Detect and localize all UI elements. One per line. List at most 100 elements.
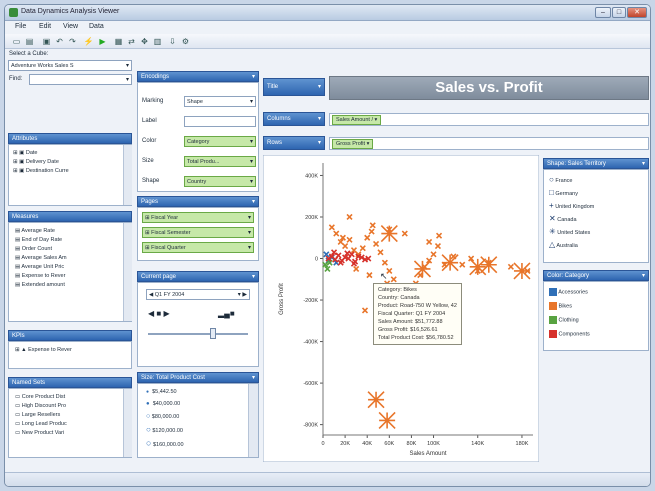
sales-amount-pill[interactable]: Sales Amount / ▾ bbox=[332, 115, 382, 125]
page-fiscal-year[interactable]: ⊞ Fiscal Year ▾ bbox=[142, 212, 254, 223]
current-page-header[interactable]: Current page ▾ bbox=[137, 271, 259, 282]
gross-profit-pill[interactable]: Gross Profit ▾ bbox=[332, 139, 374, 149]
color-swatch bbox=[549, 288, 557, 296]
play-controls[interactable]: ◀ ■ ▶ bbox=[148, 309, 170, 318]
list-item[interactable]: ▤ Expense to Rever bbox=[15, 272, 65, 280]
save-icon[interactable]: ▣ bbox=[41, 36, 52, 47]
pages-panel: ⊞ Fiscal Year ▾ ⊞ Fiscal Semester ▾ ⊞ Fisc… bbox=[137, 207, 259, 261]
attributes-header[interactable]: Attributes bbox=[8, 133, 132, 144]
current-page-panel: ◀ Q1 FY 2004 ▾ ▶ ◀ ■ ▶ ▂▄■ bbox=[137, 282, 259, 367]
data-point-large bbox=[367, 391, 385, 409]
page-slider-track[interactable] bbox=[148, 333, 248, 335]
grid-icon[interactable]: ▦ bbox=[113, 36, 124, 47]
speed-icon[interactable]: ▂▄■ bbox=[218, 309, 235, 318]
list-item[interactable]: ▭ Long Lead Produc bbox=[15, 420, 67, 428]
menu-file[interactable]: File bbox=[15, 23, 26, 30]
minimize-button[interactable]: – bbox=[595, 7, 611, 18]
list-item[interactable]: ▭ Core Product Dist bbox=[15, 393, 65, 401]
export-icon[interactable]: ⇩ bbox=[167, 36, 178, 47]
shape-encoding[interactable]: Country ▾ bbox=[184, 176, 256, 187]
label-select[interactable] bbox=[184, 116, 256, 127]
kpis-list: ⊞ ▲ Expense to Rever bbox=[8, 341, 132, 369]
circle-icon: ● bbox=[146, 401, 150, 407]
chart-icon[interactable]: ▥ bbox=[152, 36, 163, 47]
list-item[interactable]: ▤ Average Unit Pric bbox=[15, 263, 64, 271]
chevron-down-icon: ▾ bbox=[251, 375, 255, 381]
list-item[interactable]: ▤ Average Sales Am bbox=[15, 254, 67, 262]
tooltip-line: Fiscal Quarter: Q1 FY 2004 bbox=[378, 311, 446, 317]
redo-icon[interactable]: ↷ bbox=[67, 36, 78, 47]
attributes-title: Attributes bbox=[12, 136, 38, 142]
chevron-down-icon: ▾ bbox=[247, 245, 251, 251]
move-icon[interactable]: ✥ bbox=[139, 36, 150, 47]
rows-shelf-button[interactable]: Rows ▾ bbox=[263, 136, 325, 150]
kpis-header[interactable]: KPIs bbox=[8, 330, 132, 341]
size-legend-header[interactable]: Size: Total Product Cost ▾ bbox=[137, 372, 259, 383]
tooltip-line: Total Product Cost: $56,780.52 bbox=[378, 335, 454, 341]
prev-icon[interactable]: ◀ bbox=[148, 309, 154, 318]
maximize-button[interactable]: □ bbox=[612, 7, 626, 18]
shape-legend-title: Shape: Sales Territory bbox=[547, 161, 606, 167]
close-button[interactable]: ✕ bbox=[627, 7, 647, 18]
plus-icon: + bbox=[549, 201, 554, 210]
menu-view[interactable]: View bbox=[63, 23, 78, 30]
color-label: Color bbox=[142, 138, 157, 144]
columns-shelf-button[interactable]: Columns ▾ bbox=[263, 112, 325, 126]
scrollbar[interactable] bbox=[248, 384, 258, 457]
swap-icon[interactable]: ⇄ bbox=[126, 36, 137, 47]
next-icon[interactable]: ▶ bbox=[163, 309, 169, 318]
list-item[interactable]: ⊞ ▲ Expense to Rever bbox=[15, 346, 72, 354]
list-item[interactable]: ▤ End of Day Rate bbox=[15, 236, 62, 244]
named-sets-header[interactable]: Named Sets bbox=[8, 377, 132, 388]
lightning-icon[interactable]: ⚡ bbox=[83, 36, 94, 47]
marking-select[interactable]: Shape ▾ bbox=[184, 96, 256, 107]
columns-shelf[interactable]: Sales Amount / ▾ bbox=[329, 113, 649, 126]
new-icon[interactable]: ▭ bbox=[11, 36, 22, 47]
pages-header[interactable]: Pages ▾ bbox=[137, 196, 259, 207]
list-item[interactable]: ▭ High Discount Pro bbox=[15, 402, 66, 410]
color-encoding[interactable]: Category ▾ bbox=[184, 136, 256, 147]
page-fiscal-semester[interactable]: ⊞ Fiscal Semester ▾ bbox=[142, 227, 254, 238]
circle-icon: ○ bbox=[146, 438, 152, 448]
shape-legend-panel: ○ France □ Germany + United Kingdom ✕ Ca… bbox=[543, 169, 649, 263]
marking-value: Shape bbox=[187, 99, 203, 105]
menu-data[interactable]: Data bbox=[89, 23, 104, 30]
page-fiscal-quarter[interactable]: ⊞ Fiscal Quarter ▾ bbox=[142, 242, 254, 253]
tree-item[interactable]: ⊞ ▣ Date bbox=[13, 149, 38, 157]
shape-legend-header[interactable]: Shape: Sales Territory ▾ bbox=[543, 158, 649, 169]
play-icon[interactable]: ▶ bbox=[97, 36, 108, 47]
page-slider-thumb[interactable] bbox=[210, 328, 216, 339]
find-input[interactable]: ▾ bbox=[29, 74, 132, 85]
list-item[interactable]: ▭ New Product Vari bbox=[15, 429, 64, 437]
list-item[interactable]: ▤ Average Rate bbox=[15, 227, 55, 235]
stop-icon[interactable]: ■ bbox=[156, 309, 161, 318]
square-icon: □ bbox=[549, 188, 554, 197]
measures-title: Measures bbox=[12, 214, 39, 220]
chevron-down-icon: ▾ bbox=[251, 274, 255, 280]
scrollbar[interactable] bbox=[123, 145, 132, 205]
measures-header[interactable]: Measures bbox=[8, 211, 132, 222]
data-point-large bbox=[380, 225, 398, 243]
cursor-icon: ↖ bbox=[380, 271, 388, 281]
scrollbar[interactable] bbox=[123, 223, 132, 321]
open-icon[interactable]: ▤ bbox=[24, 36, 35, 47]
encodings-header[interactable]: Encodings ▾ bbox=[137, 71, 259, 82]
tree-item[interactable]: ⊞ ▣ Destination Curre bbox=[13, 167, 69, 175]
title-shelf-button[interactable]: Title ▾ bbox=[263, 78, 325, 96]
list-item[interactable]: ▤ Order Count bbox=[15, 245, 52, 253]
tree-item[interactable]: ⊞ ▣ Delivery Date bbox=[13, 158, 59, 166]
scrollbar[interactable] bbox=[123, 389, 132, 457]
list-item[interactable]: ▤ Extended amount bbox=[15, 281, 65, 289]
menu-bar: File Edit View Data bbox=[5, 21, 650, 34]
cube-select[interactable]: Adventure Works Sales S ▾ bbox=[8, 60, 132, 71]
color-legend-header[interactable]: Color: Category ▾ bbox=[543, 270, 649, 281]
settings-icon[interactable]: ⚙ bbox=[180, 36, 191, 47]
rows-shelf[interactable]: Gross Profit ▾ bbox=[329, 137, 649, 150]
circle-icon: ○ bbox=[146, 425, 151, 434]
size-encoding[interactable]: Total Produ... ▾ bbox=[184, 156, 256, 167]
list-item[interactable]: ▭ Large Resellers bbox=[15, 411, 60, 419]
menu-edit[interactable]: Edit bbox=[39, 23, 51, 30]
chart-title-bar[interactable]: Sales vs. Profit bbox=[329, 76, 649, 100]
undo-icon[interactable]: ↶ bbox=[54, 36, 65, 47]
current-page-select[interactable]: ◀ Q1 FY 2004 ▾ ▶ bbox=[146, 289, 250, 300]
